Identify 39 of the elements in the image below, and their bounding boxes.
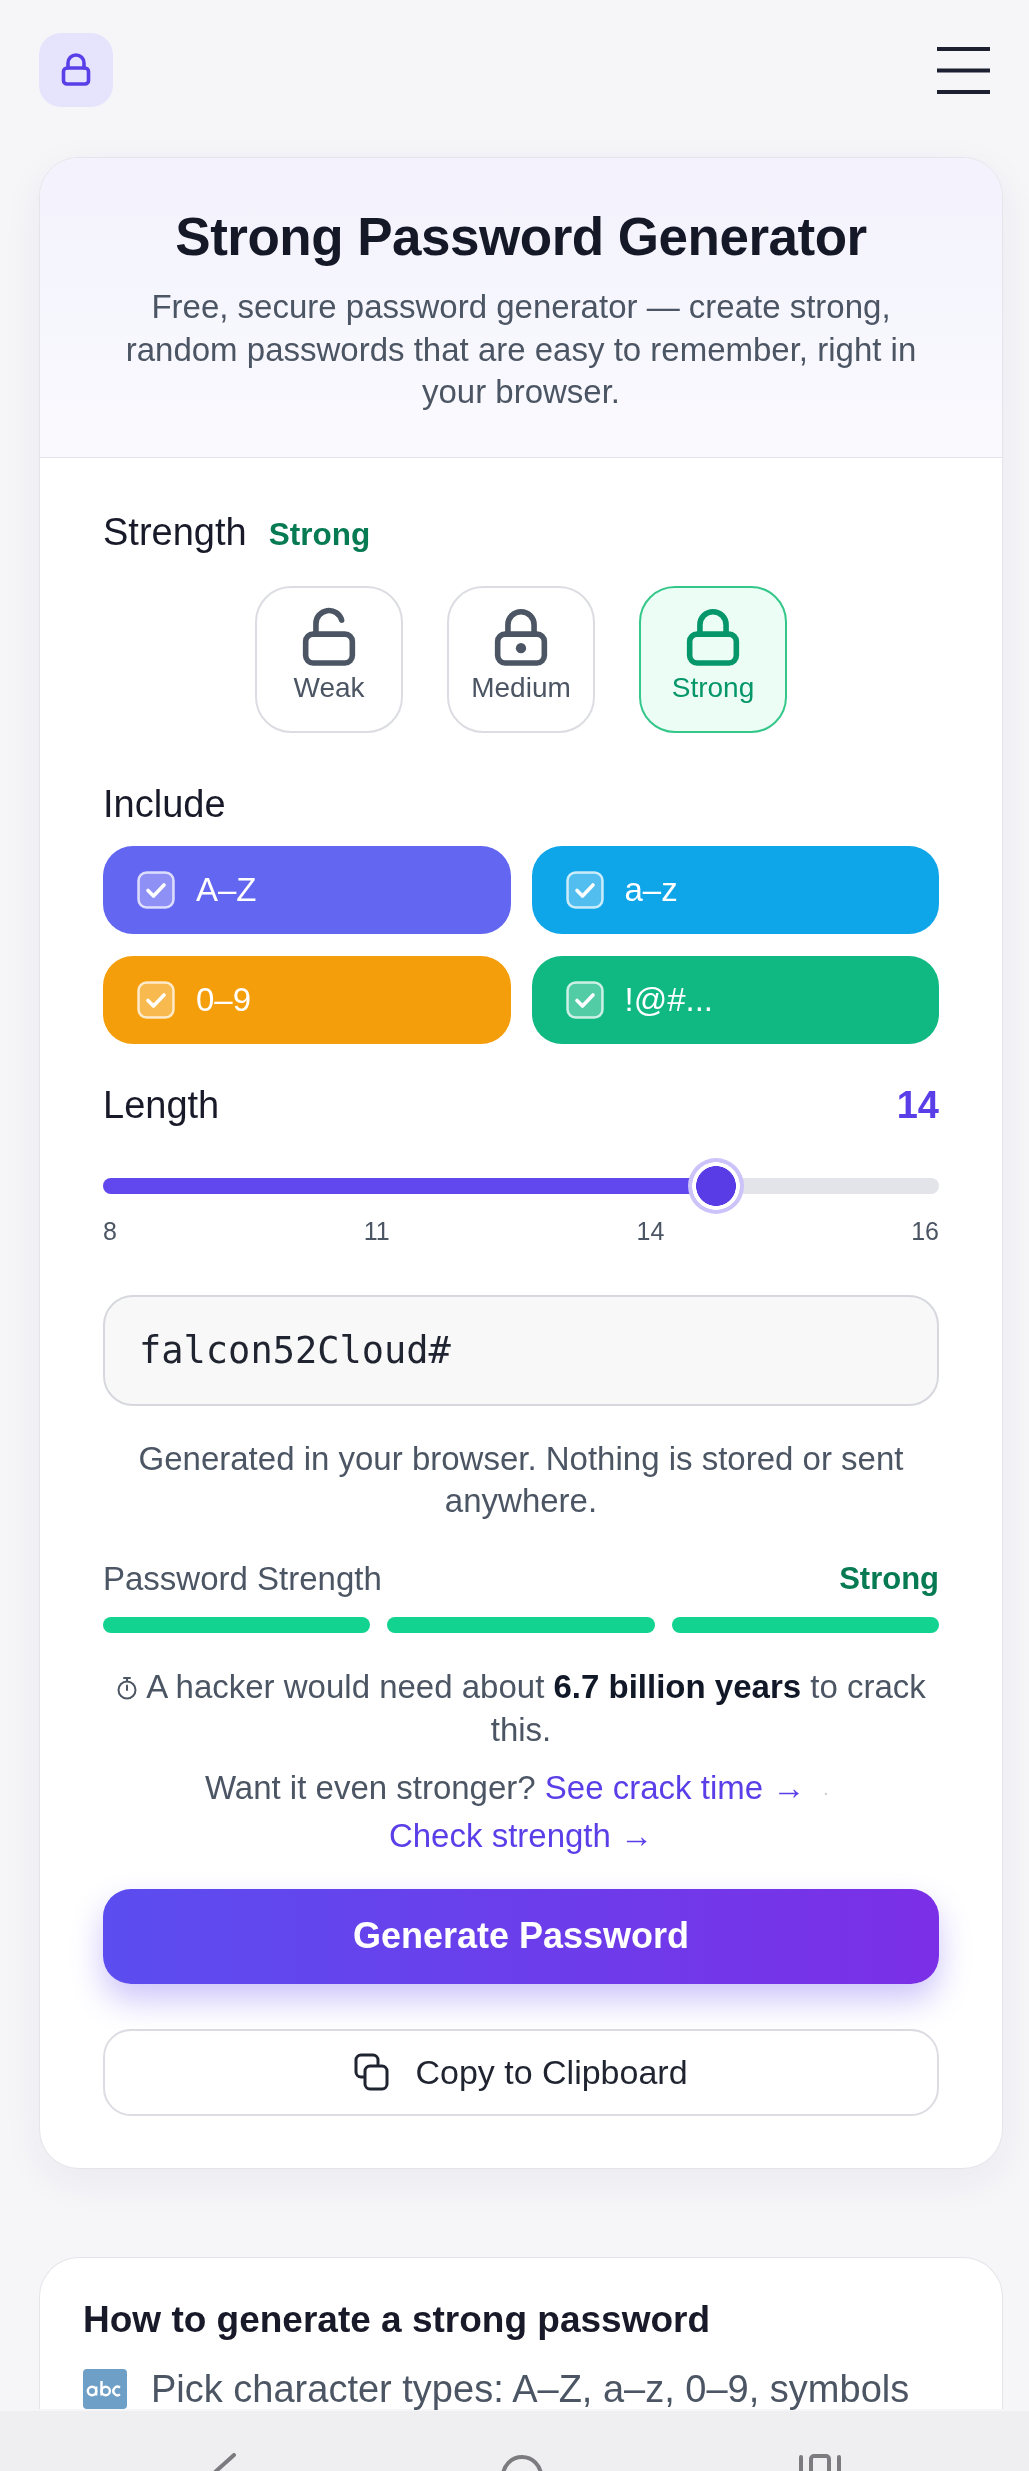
lock-logo-icon[interactable]	[39, 33, 113, 107]
privacy-note: Generated in your browser. Nothing is stored or sent anywhere.	[137, 1438, 905, 1521]
stopwatch-icon	[116, 1675, 139, 1700]
strength-option[interactable]: Strong	[639, 585, 787, 733]
checkbox-icon[interactable]	[137, 870, 175, 909]
open-padlock-icon	[301, 605, 357, 666]
guide-title: How to generate a strong password	[83, 2297, 712, 2342]
generate-button[interactable]: Generate Password	[103, 1888, 939, 1984]
guide-step-text: Pick character types: A–Z, a–z, 0–9, symbols	[151, 2368, 910, 2409]
tick-label: 14	[636, 1216, 665, 1245]
strength-option[interactable]: Medium	[447, 585, 595, 733]
checkbox-icon[interactable]	[137, 980, 175, 1019]
include-label: Include	[103, 781, 227, 826]
tick-label: 16	[911, 1216, 939, 1245]
strength-label: Strength	[103, 509, 247, 554]
copy-button[interactable]: Copy to Clipboard	[103, 2028, 939, 2116]
crack-time-text: A hacker would need about 6.7 billion years to crack this.	[146, 1667, 926, 1748]
checkbox-icon[interactable]	[565, 870, 604, 909]
home-icon[interactable]	[499, 2453, 544, 2471]
menu-icon[interactable]	[937, 47, 990, 94]
strength-meter-value: Strong	[839, 1559, 939, 1598]
strength-option[interactable]: Weak	[255, 585, 403, 733]
page-subtitle: Free, secure password generator — create strong, random passwords that are easy to remember, right in your browser.	[124, 287, 918, 412]
tick-label: 11	[363, 1216, 390, 1245]
tick-label: 8	[103, 1216, 117, 1245]
recent-apps-icon[interactable]	[797, 2453, 842, 2471]
length-label: Length	[103, 1082, 220, 1127]
text-link[interactable]: Check strength →	[388, 1816, 654, 1854]
checkbox-icon[interactable]	[565, 980, 604, 1019]
length-value: 14	[896, 1082, 939, 1127]
password-field[interactable]: falcon52Cloud#	[103, 1294, 939, 1406]
upsell-text: Want it even stronger? See crack time → · Check strength →	[203, 1767, 831, 1856]
page-title: Strong Password Generator	[174, 206, 868, 268]
length-slider[interactable]	[103, 1157, 939, 1214]
copy-icon	[354, 2053, 391, 2092]
strength-value: Strong	[268, 514, 371, 554]
character-type-toggle[interactable]: A–Z	[103, 845, 511, 934]
strength-meter-label: Password Strength	[103, 1558, 382, 1599]
text-link[interactable]: See crack time →	[544, 1768, 806, 1806]
